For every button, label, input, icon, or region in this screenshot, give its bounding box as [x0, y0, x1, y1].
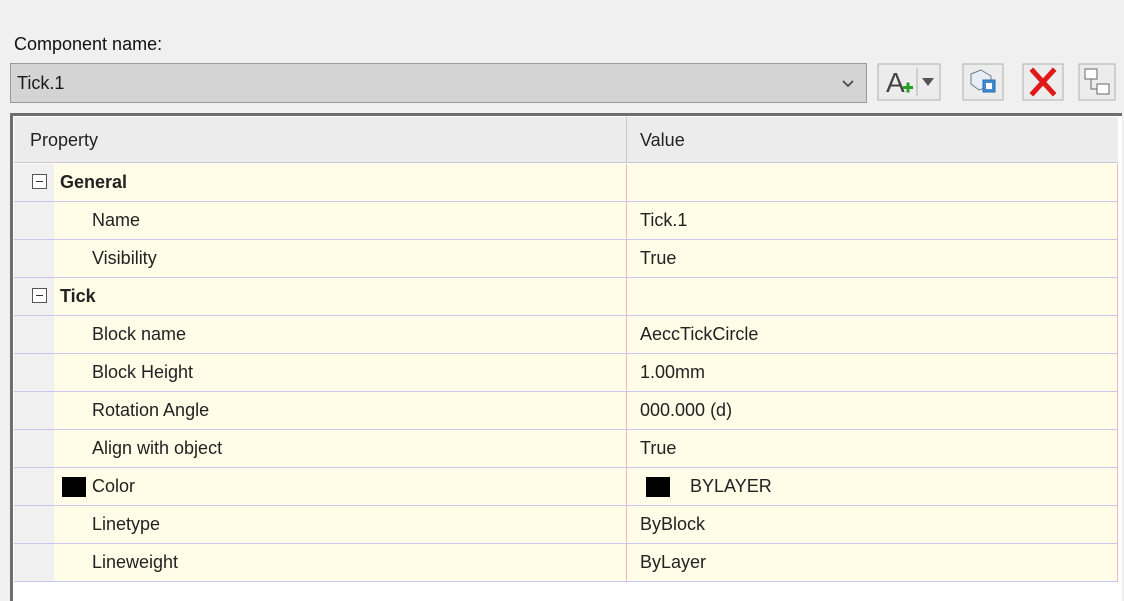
- property-value[interactable]: 000.000 (d): [640, 392, 732, 429]
- collapse-icon[interactable]: [32, 174, 47, 189]
- copy-component-icon: [962, 63, 1004, 101]
- value-column-header[interactable]: Value: [640, 117, 685, 163]
- property-row-block-height[interactable]: Block Height 1.00mm: [14, 354, 1118, 392]
- delete-component-button[interactable]: [1018, 61, 1068, 103]
- property-label: Visibility: [92, 248, 157, 268]
- add-component-button[interactable]: A: [874, 61, 944, 103]
- grid-header: Property Value: [14, 117, 1118, 163]
- property-label: Block Height: [92, 362, 194, 382]
- property-row-block-name[interactable]: Block name AeccTickCircle: [14, 316, 1118, 354]
- property-row-name[interactable]: Name Tick.1: [14, 202, 1118, 240]
- property-row-visibility[interactable]: Visibility True: [14, 240, 1118, 278]
- property-value[interactable]: 1.00mm: [640, 354, 705, 391]
- property-label: Linetype: [92, 514, 161, 534]
- category-row-general[interactable]: General: [14, 164, 1118, 202]
- chevron-down-icon[interactable]: [840, 75, 856, 91]
- property-value[interactable]: ByBlock: [640, 506, 705, 543]
- component-name-value: Tick.1: [17, 72, 65, 93]
- component-name-dropdown[interactable]: Tick.1: [10, 63, 867, 103]
- property-value[interactable]: BYLAYER: [690, 468, 772, 505]
- add-component-icon: A: [877, 63, 941, 101]
- property-label: Rotation Angle: [92, 400, 210, 420]
- property-value[interactable]: Tick.1: [640, 202, 687, 239]
- svg-text:A: A: [886, 67, 905, 98]
- property-rows: General Name Tick.1 Visibility True Tick…: [14, 164, 1118, 582]
- property-value[interactable]: AeccTickCircle: [640, 316, 758, 353]
- property-row-linetype[interactable]: Linetype ByBlock: [14, 506, 1118, 544]
- collapse-icon[interactable]: [32, 288, 47, 303]
- category-label: General: [60, 172, 128, 192]
- category-label: Tick: [60, 286, 96, 306]
- property-label: Block name: [92, 324, 187, 344]
- property-row-align-with-object[interactable]: Align with object True: [14, 430, 1118, 468]
- property-value[interactable]: ByLayer: [640, 544, 706, 581]
- property-label: Name: [92, 210, 141, 230]
- property-label: Color: [92, 476, 136, 496]
- component-name-label: Component name:: [14, 34, 163, 54]
- property-row-color[interactable]: Color BYLAYER: [14, 468, 1118, 506]
- column-divider[interactable]: [626, 117, 627, 163]
- property-row-lineweight[interactable]: Lineweight ByLayer: [14, 544, 1118, 582]
- category-row-tick[interactable]: Tick: [14, 278, 1118, 316]
- property-row-rotation-angle[interactable]: Rotation Angle 000.000 (d): [14, 392, 1118, 430]
- delete-icon: [1022, 63, 1064, 101]
- property-label: Lineweight: [92, 552, 179, 572]
- draw-order-button[interactable]: [1076, 61, 1118, 103]
- property-label: Align with object: [92, 438, 223, 458]
- property-column-header[interactable]: Property: [30, 117, 98, 163]
- property-value[interactable]: True: [640, 430, 676, 467]
- color-swatch-icon: [62, 477, 86, 497]
- color-swatch-icon: [646, 477, 670, 497]
- copy-component-button[interactable]: [958, 61, 1008, 103]
- draw-order-icon: [1078, 63, 1116, 101]
- property-value[interactable]: True: [640, 240, 676, 277]
